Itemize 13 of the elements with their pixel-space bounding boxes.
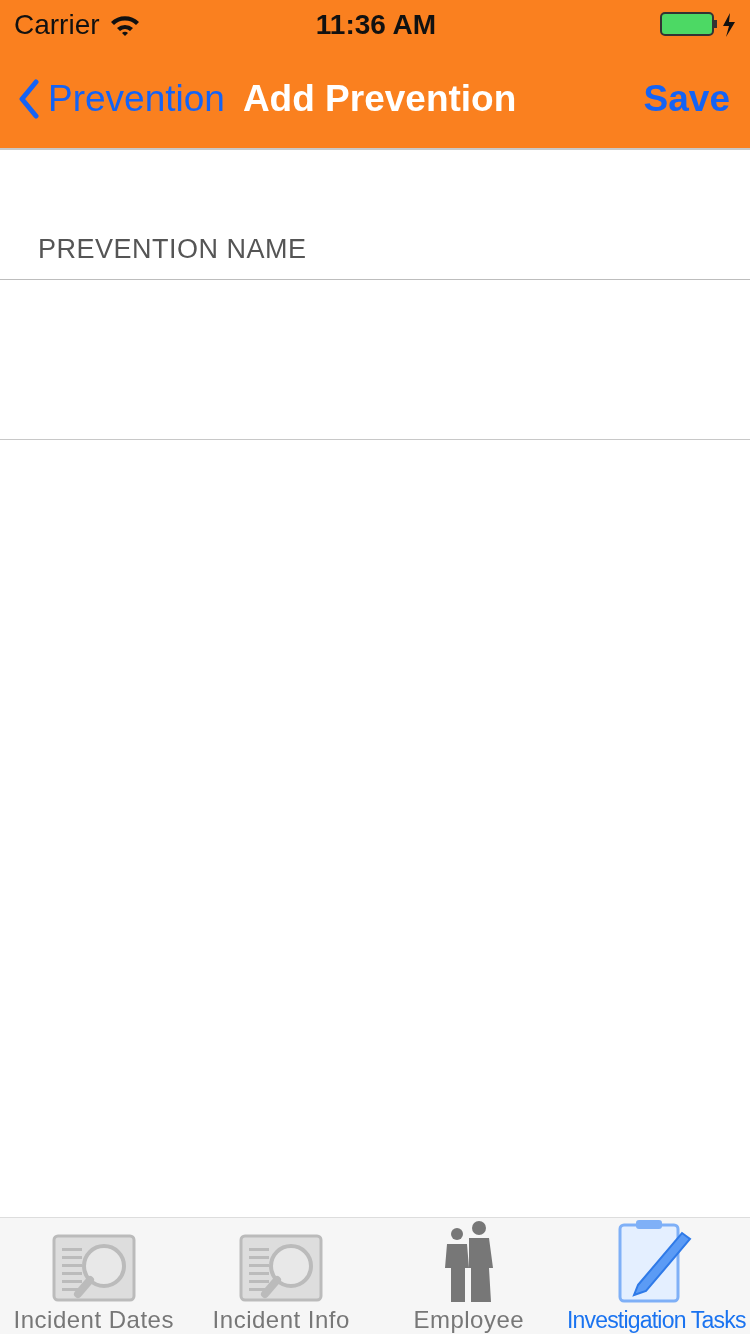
- tab-bar-item[interactable]: Incident Dates: [0, 1218, 188, 1334]
- tab-bar-item[interactable]: Employee: [375, 1218, 563, 1334]
- document-magnifier-icon: [51, 1234, 136, 1302]
- wifi-icon: [109, 14, 140, 36]
- tab-bar-item[interactable]: Investigation Tasks: [562, 1218, 750, 1334]
- carrier-label: Carrier: [14, 9, 100, 41]
- chevron-left-icon: [18, 79, 40, 119]
- status-time: 11:36 AM: [315, 9, 437, 41]
- section-header: PREVENTION NAME: [38, 234, 307, 265]
- tab-bar-item[interactable]: Incident Info: [187, 1218, 375, 1334]
- screen-title: Add Prevention: [242, 78, 518, 120]
- battery-charging-icon: [660, 12, 738, 38]
- document-magnifier-icon: [239, 1234, 324, 1302]
